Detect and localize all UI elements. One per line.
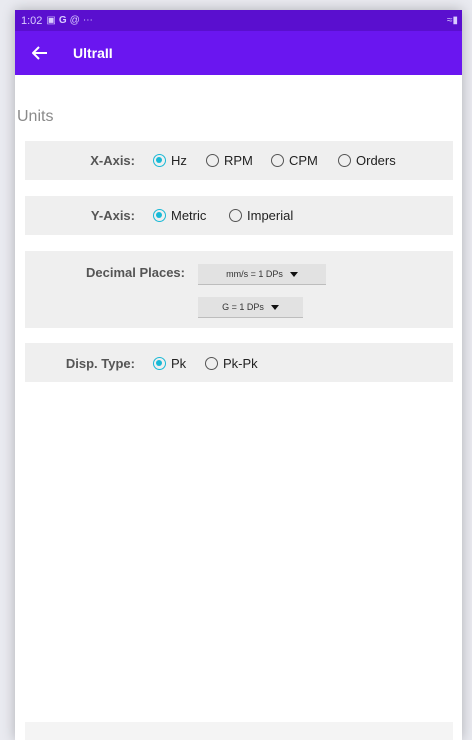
acceleration-dp-value: G = 1 DPs: [222, 302, 264, 312]
acceleration-dp-dropdown[interactable]: G = 1 DPs: [198, 297, 303, 318]
radio-y-metric[interactable]: Metric: [153, 208, 206, 223]
radio-selected-icon: [153, 209, 166, 222]
radio-unselected-icon: [338, 154, 351, 167]
x-axis-label: X-Axis:: [90, 153, 135, 168]
radio-x-orders[interactable]: Orders: [338, 153, 396, 168]
google-icon: G: [58, 15, 67, 26]
decimal-places-row: Decimal Places: mm/s = 1 DPs G = 1 DPs: [25, 251, 453, 328]
device-screen: 1:02 ▣ G @ ⋯ ≈▮ UltraII Units X-Axis: Hz…: [15, 10, 462, 740]
disp-type-label: Disp. Type:: [65, 356, 135, 371]
radio-x-hz-label: Hz: [171, 153, 187, 168]
image-icon: ▣: [46, 15, 56, 26]
arrow-back-icon[interactable]: [29, 42, 51, 64]
radio-y-imperial[interactable]: Imperial: [229, 208, 293, 223]
radio-disp-pkpk[interactable]: Pk-Pk: [205, 356, 258, 371]
radio-selected-icon: [153, 357, 166, 370]
disp-type-row: Disp. Type: Pk Pk-Pk: [25, 343, 453, 382]
x-axis-row: X-Axis: Hz RPM CPM Orders: [25, 141, 453, 180]
caret-down-icon: [270, 304, 279, 310]
decimal-places-label: Decimal Places:: [85, 265, 185, 280]
page-title: UltraII: [73, 45, 113, 61]
caret-down-icon: [289, 271, 298, 277]
y-axis-label: Y-Axis:: [90, 208, 135, 223]
at-icon: @: [69, 15, 80, 26]
velocity-dp-dropdown[interactable]: mm/s = 1 DPs: [198, 264, 326, 285]
radio-y-metric-label: Metric: [171, 208, 207, 223]
radio-unselected-icon: [206, 154, 219, 167]
radio-x-rpm[interactable]: RPM: [206, 153, 253, 168]
bottom-bar: [25, 722, 453, 740]
radio-unselected-icon: [229, 209, 242, 222]
radio-x-rpm-label: RPM: [224, 153, 253, 168]
radio-x-cpm[interactable]: CPM: [271, 153, 318, 168]
radio-x-hz[interactable]: Hz: [153, 153, 187, 168]
more-icon: ⋯: [82, 15, 93, 26]
radio-x-orders-label: Orders: [356, 153, 396, 168]
velocity-dp-value: mm/s = 1 DPs: [226, 269, 283, 279]
radio-y-imperial-label: Imperial: [247, 208, 294, 223]
app-bar: UltraII: [15, 31, 462, 75]
radio-unselected-icon: [205, 357, 218, 370]
section-title-units: Units: [17, 108, 54, 125]
radio-unselected-icon: [271, 154, 284, 167]
radio-disp-pk-label: Pk: [171, 356, 187, 371]
radio-disp-pkpk-label: Pk-Pk: [223, 356, 258, 371]
y-axis-row: Y-Axis: Metric Imperial: [25, 196, 453, 235]
radio-selected-icon: [153, 154, 166, 167]
radio-disp-pk[interactable]: Pk: [153, 356, 186, 371]
radio-x-cpm-label: CPM: [289, 153, 318, 168]
status-bar: 1:02 ▣ G @ ⋯ ≈▮: [15, 10, 462, 31]
status-time: 1:02: [21, 14, 43, 27]
wifi-battery-icon: ≈▮: [447, 15, 458, 26]
